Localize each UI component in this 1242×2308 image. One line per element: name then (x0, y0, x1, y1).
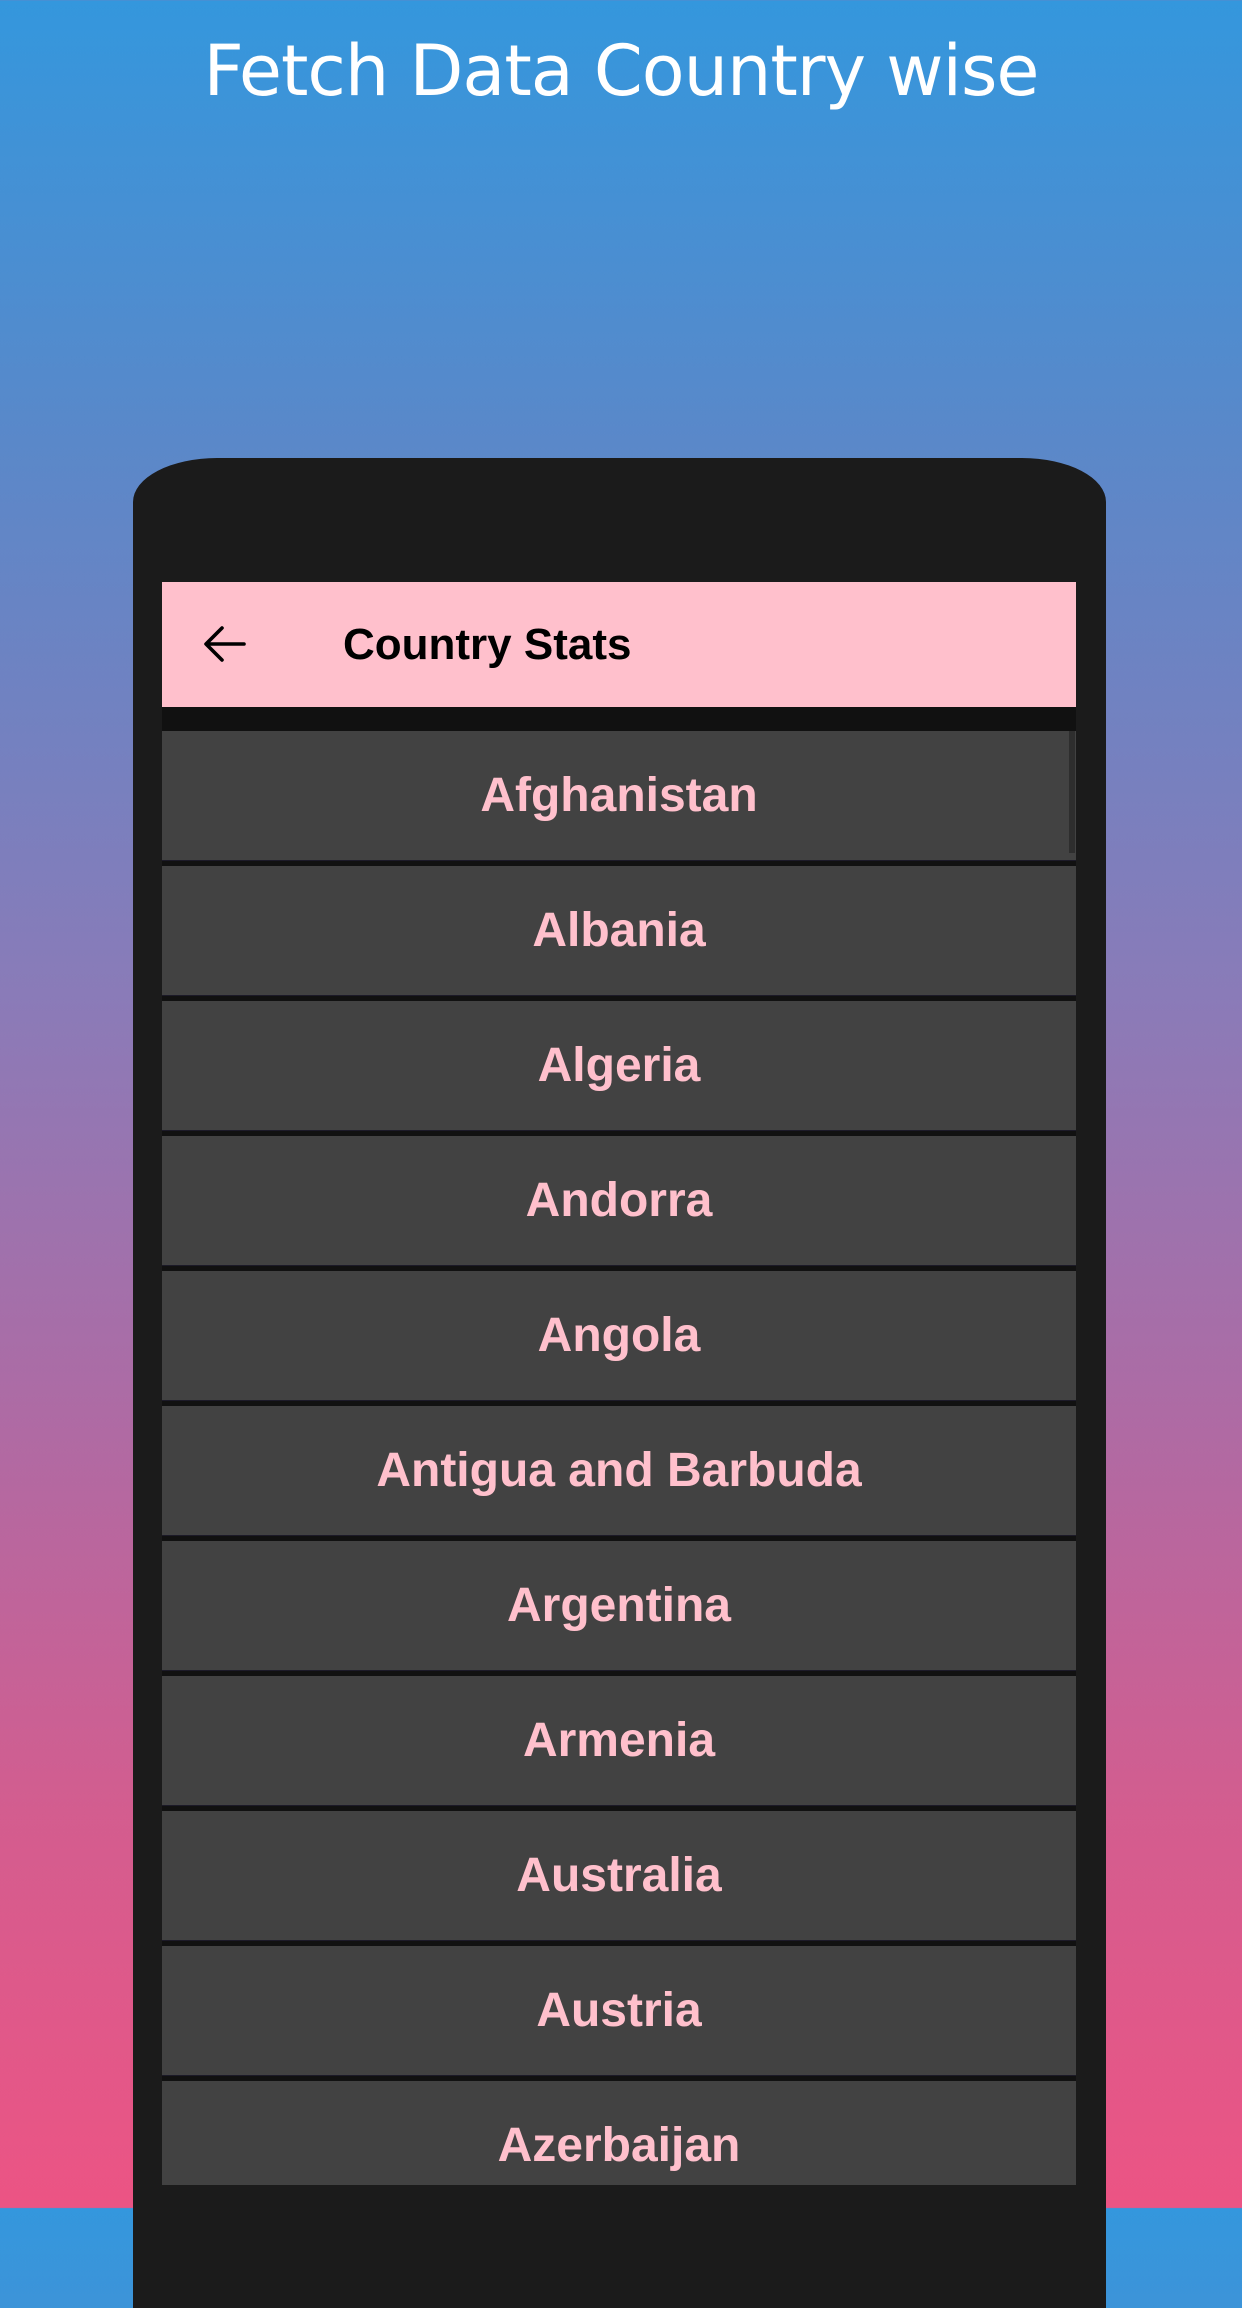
app-bar: Country Stats (162, 582, 1076, 707)
list-scrollbar[interactable] (1069, 731, 1075, 853)
country-name: Algeria (537, 1039, 701, 1092)
country-list-item[interactable]: Afghanistan (162, 731, 1076, 861)
country-list-item[interactable]: Andorra (162, 1136, 1076, 1266)
banner-title: Fetch Data Country wise (203, 30, 1039, 112)
country-name: Afghanistan (480, 769, 758, 822)
country-list[interactable]: Afghanistan Albania Algeria Andorra Ango… (162, 731, 1076, 2208)
country-name: Angola (537, 1309, 701, 1362)
country-list-item[interactable]: Armenia (162, 1676, 1076, 1806)
country-name: Andorra (525, 1174, 713, 1227)
country-name: Albania (532, 904, 706, 957)
country-name: Australia (516, 1849, 722, 1902)
app-screen: Country Stats Afghanistan Albania Algeri… (162, 582, 1076, 2208)
country-list-item[interactable]: Argentina (162, 1541, 1076, 1671)
country-list-item[interactable]: Angola (162, 1271, 1076, 1401)
country-list-item[interactable]: Antigua and Barbuda (162, 1406, 1076, 1536)
country-name: Armenia (522, 1714, 716, 1767)
screen-bottom-edge (162, 2185, 1076, 2208)
app-title: Country Stats (343, 620, 632, 669)
country-name: Argentina (506, 1579, 731, 1632)
country-name: Antigua and Barbuda (376, 1444, 862, 1497)
country-name: Austria (536, 1984, 702, 2037)
country-list-item[interactable]: Australia (162, 1811, 1076, 1941)
country-list-item[interactable]: Albania (162, 866, 1076, 996)
country-list-item[interactable]: Algeria (162, 1001, 1076, 1131)
arrow-left-icon[interactable] (202, 624, 246, 664)
country-list-item[interactable]: Austria (162, 1946, 1076, 2076)
